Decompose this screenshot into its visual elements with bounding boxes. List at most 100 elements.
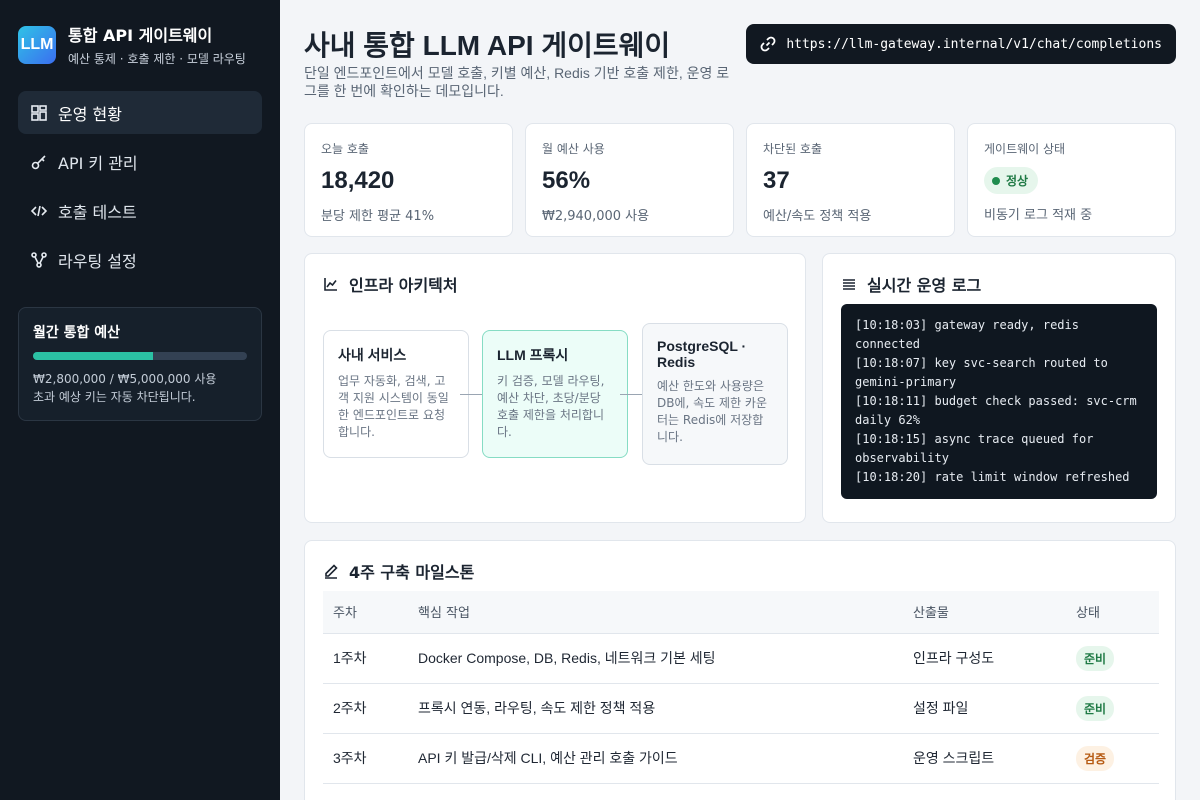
panel-title: 인프라 아키텍처 [323, 272, 787, 296]
cell-output: 운영 스크립트 [903, 733, 1066, 784]
sidebar-item-dashboard[interactable]: 운영 현황 [18, 91, 262, 134]
stat-label: 게이트웨이 상태 [984, 142, 1066, 156]
node-title: PostgreSQL · Redis [657, 338, 747, 370]
stat-label: 차단된 호출 [763, 142, 823, 156]
cell-status: 준비 [1066, 683, 1159, 734]
endpoint-box[interactable]: https://llm-gateway.internal/v1/chat/com… [746, 24, 1176, 64]
node-desc: 키 검증, 모델 라우팅, 예산 차단, 초당/분당 호출 제한을 처리합니다. [497, 374, 605, 439]
stat-value: 18,420 [321, 167, 395, 194]
node-desc: 예산 한도와 사용량은 DB에, 속도 제한 카운터는 Redis에 저장합니다… [657, 379, 768, 444]
architecture-panel: 인프라 아키텍처 사내 서비스 업무 자동화, 검색, 고객 지원 시스템이 동… [304, 253, 806, 523]
log-line: [10:18:03] gateway ready, redis connecte… [855, 318, 1079, 351]
table-row: 2주차 프록시 연동, 라우팅, 속도 제한 정책 적용 설정 파일 준비 [323, 683, 1159, 734]
cell-task: API 키 발급/삭제 CLI, 예산 관리 호출 가이드 [408, 733, 903, 784]
table-row [323, 783, 1159, 800]
stat-value: 37 [763, 167, 790, 194]
milestones-panel: 4주 구축 마일스톤 주차 핵심 작업 산출물 상태 1주차 Docker Co… [304, 540, 1176, 800]
endpoint-url[interactable]: https://llm-gateway.internal/v1/chat/com… [786, 37, 1162, 52]
architecture-title: 인프라 아키텍처 [349, 276, 458, 295]
dashboard-icon [31, 104, 47, 121]
stat-card-monthly-budget: 월 예산 사용 56% ₩2,940,000 사용 [525, 123, 734, 237]
node-internal-services: 사내 서비스 업무 자동화, 검색, 고객 지원 시스템이 동일한 엔드포인트로… [323, 330, 469, 458]
sidebar-item-routing[interactable]: 라우팅 설정 [18, 238, 262, 281]
cell-output: 인프라 구성도 [903, 633, 1066, 684]
status-badge: 검증 [1076, 745, 1115, 771]
edit-icon [325, 564, 338, 579]
status-badge: 정상 [984, 167, 1039, 194]
milestones-title: 4주 구축 마일스톤 [349, 563, 475, 582]
log-line: [10:18:07] key svc-search routed to gemi… [855, 356, 1108, 389]
sidebar-item-label: 라우팅 설정 [58, 251, 137, 271]
connector [460, 394, 482, 395]
column-header: 핵심 작업 [408, 591, 903, 634]
cell-week: 1주차 [323, 633, 408, 684]
log-console[interactable]: [10:18:03] gateway ready, redis connecte… [841, 304, 1157, 499]
budget-note: 초과 예상 키는 자동 차단됩니다. [33, 390, 196, 404]
stat-sub: 비동기 로그 적재 중 [984, 208, 1093, 223]
column-header: 주차 [323, 591, 408, 634]
budget-progress-bar [33, 352, 247, 360]
cell-output [903, 783, 1066, 800]
cell-status [1066, 783, 1159, 800]
milestones-table: 주차 핵심 작업 산출물 상태 1주차 Docker Compose, DB, … [323, 591, 1159, 800]
cell-output: 설정 파일 [903, 683, 1066, 734]
budget-widget: 월간 통합 예산 ₩2,800,000 / ₩5,000,000 사용 초과 예… [18, 307, 262, 421]
table-row: 1주차 Docker Compose, DB, Redis, 네트워크 기본 세… [323, 633, 1159, 684]
stat-card-today-calls: 오늘 호출 18,420 분당 제한 평균 41% [304, 123, 513, 237]
sidebar-item-label: 운영 현황 [58, 104, 122, 124]
chart-icon [324, 278, 337, 291]
cell-status: 검증 [1066, 733, 1159, 784]
column-header: 상태 [1066, 591, 1159, 634]
column-header: 산출물 [903, 591, 1066, 634]
code-icon [30, 205, 48, 216]
cell-task: Docker Compose, DB, Redis, 네트워크 기본 세팅 [408, 633, 903, 684]
key-icon [31, 154, 46, 169]
stat-label: 월 예산 사용 [542, 142, 605, 156]
budget-progress-fill [33, 352, 153, 360]
node-database: PostgreSQL · Redis 예산 한도와 사용량은 DB에, 속도 제… [642, 323, 788, 465]
main-content: 사내 통합 LLM API 게이트웨이 단일 엔드포인트에서 모델 호출, 키별… [280, 0, 1200, 800]
table-header-row: 주차 핵심 작업 산출물 상태 [323, 591, 1159, 634]
cell-status: 준비 [1066, 633, 1159, 684]
app-title: 통합 API 게이트웨이 [68, 26, 213, 45]
status-badge: 준비 [1076, 645, 1115, 671]
stat-sub: 예산/속도 정책 적용 [763, 209, 872, 224]
panel-title: 4주 구축 마일스톤 [323, 559, 1157, 583]
panel-title: 실시간 운영 로그 [841, 272, 1157, 296]
link-icon [760, 36, 776, 52]
stat-value: 56% [542, 167, 591, 194]
stat-card-blocked-calls: 차단된 호출 37 예산/속도 정책 적용 [746, 123, 955, 237]
cell-task: 프록시 연동, 라우팅, 속도 제한 정책 적용 [408, 683, 903, 734]
sidebar-item-label: 호출 테스트 [58, 202, 137, 222]
log-title: 실시간 운영 로그 [867, 276, 982, 295]
status-dot-icon [992, 176, 1000, 185]
sidebar: LLM 통합 API 게이트웨이 예산 통제 · 호출 제한 · 모델 라우팅 … [0, 0, 280, 800]
node-title: LLM 프록시 [497, 347, 569, 363]
sidebar-item-label: API 키 관리 [58, 153, 138, 173]
node-llm-proxy: LLM 프록시 키 검증, 모델 라우팅, 예산 차단, 초당/분당 호출 제한… [482, 330, 628, 458]
node-desc: 업무 자동화, 검색, 고객 지원 시스템이 동일한 엔드포인트로 요청합니다. [338, 374, 449, 439]
status-text: 정상 [1006, 174, 1029, 188]
sidebar-item-call-test[interactable]: 호출 테스트 [18, 189, 262, 232]
stat-cards: 오늘 호출 18,420 분당 제한 평균 41% 월 예산 사용 56% ₩2… [304, 123, 1176, 237]
page-title: 사내 통합 LLM API 게이트웨이 [304, 30, 671, 61]
app-subtitle: 예산 통제 · 호출 제한 · 모델 라우팅 [68, 52, 246, 66]
page-description: 단일 엔드포인트에서 모델 호출, 키별 예산, Redis 기반 호출 제한,… [304, 65, 730, 99]
architecture-diagram: 사내 서비스 업무 자동화, 검색, 고객 지원 시스템이 동일한 엔드포인트로… [323, 322, 789, 465]
stat-card-gateway-status: 게이트웨이 상태 정상 비동기 로그 적재 중 [967, 123, 1176, 237]
status-badge: 준비 [1076, 695, 1115, 721]
routing-icon [31, 251, 47, 268]
logo: LLM [18, 25, 56, 64]
sidebar-item-api-keys[interactable]: API 키 관리 [18, 140, 262, 183]
cell-week [323, 783, 408, 800]
stat-label: 오늘 호출 [321, 142, 369, 156]
log-line: [10:18:20] rate limit window refreshed [855, 470, 1130, 484]
node-title: 사내 서비스 [338, 347, 407, 363]
connector [620, 394, 642, 395]
list-icon [843, 279, 855, 290]
stat-sub: 분당 제한 평균 41% [321, 209, 435, 224]
log-line: [10:18:11] budget check passed: svc-crm … [855, 394, 1137, 427]
cell-week: 3주차 [323, 733, 408, 784]
cell-week: 2주차 [323, 683, 408, 734]
log-panel: 실시간 운영 로그 [10:18:03] gateway ready, redi… [822, 253, 1176, 523]
